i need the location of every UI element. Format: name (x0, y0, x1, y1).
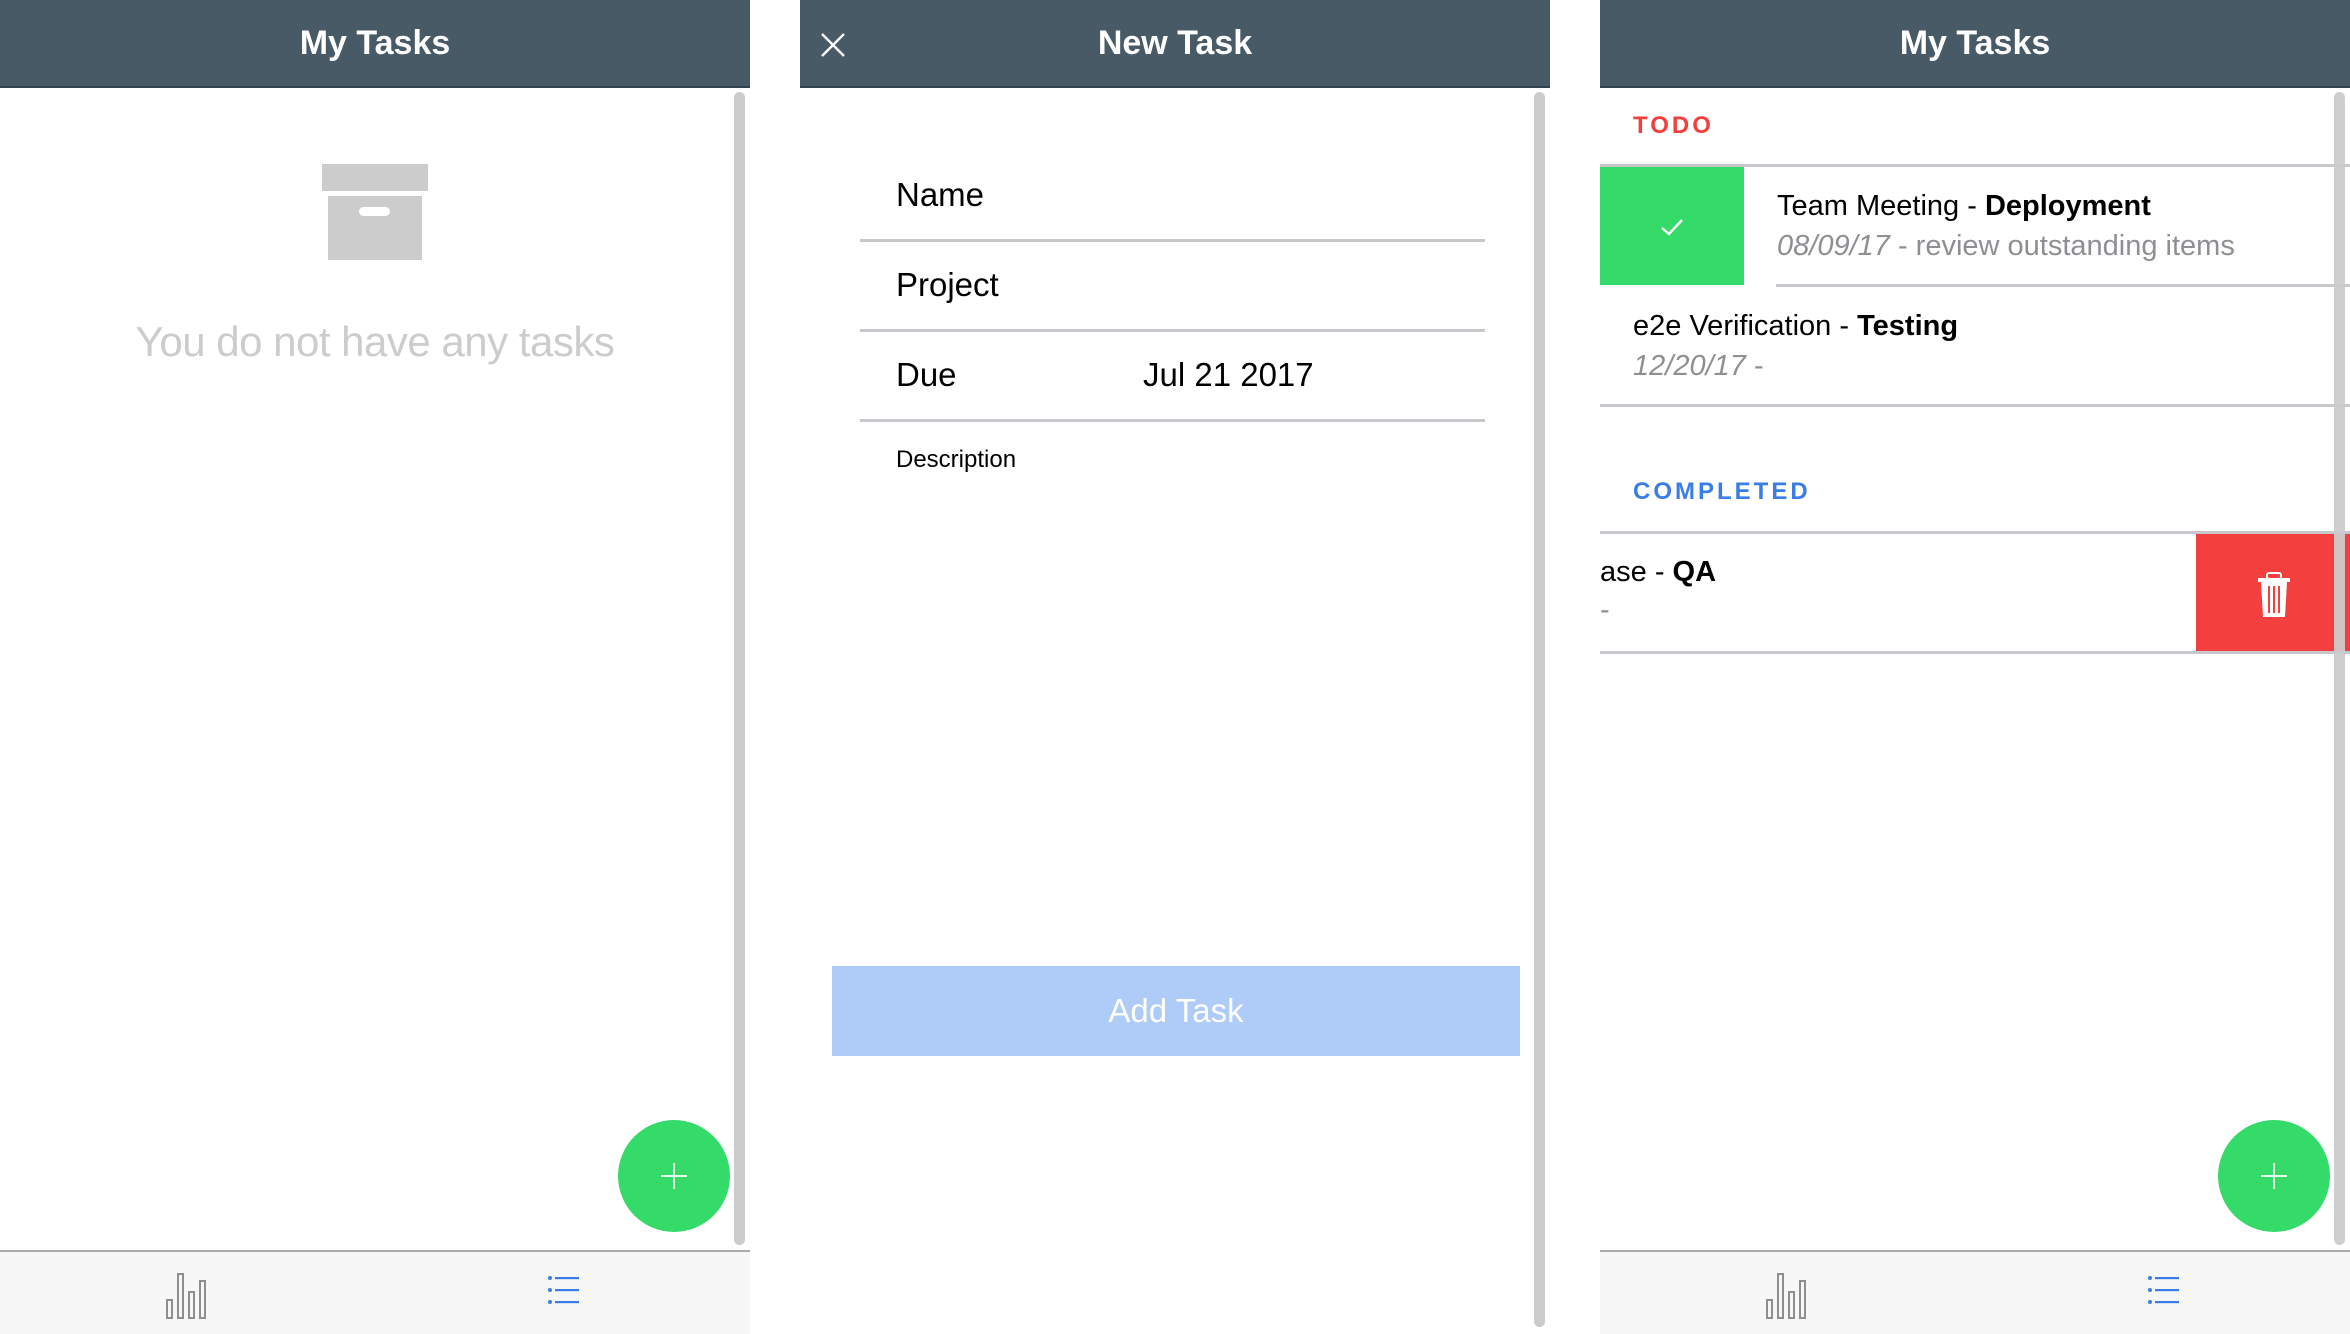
task-name: Team Meeting (1777, 190, 1960, 222)
divider (1600, 651, 2350, 654)
task-separator: - (1831, 310, 1858, 342)
task-description: - (1600, 594, 1610, 626)
due-date-label: Due (896, 356, 957, 393)
empty-state-message: You do not have any tasks (135, 318, 615, 365)
tab-tasks[interactable] (375, 1252, 750, 1334)
due-date-value[interactable]: Jul 21 2017 (1143, 356, 1314, 394)
section-header-completed: COMPLETED (1633, 478, 1811, 505)
trash-icon (2258, 572, 2290, 617)
page-title: My Tasks (299, 24, 451, 62)
bar-chart-icon (166, 1273, 206, 1319)
tab-bar (1600, 1250, 2350, 1334)
project-field[interactable]: Project (860, 242, 1485, 332)
description-label: Description (896, 446, 1017, 473)
task-name: ase (1600, 556, 1647, 588)
plus-icon (661, 1163, 687, 1189)
page-title: New Task (1097, 24, 1253, 62)
tab-stats[interactable] (0, 1252, 375, 1334)
task-project: Testing (1857, 310, 1959, 342)
task-row[interactable]: Team Meeting - Deployment 08/09/17 - rev… (1600, 167, 2350, 285)
name-field[interactable]: Name (860, 152, 1485, 242)
description-input[interactable] (860, 480, 1485, 920)
task-separator: - (1959, 190, 1985, 222)
page-title: My Tasks (1899, 24, 2051, 62)
scrollbar[interactable] (1534, 92, 1545, 1327)
task-description: - review outstanding items (1889, 230, 2235, 262)
tab-stats[interactable] (1600, 1252, 1975, 1334)
divider (1600, 404, 2350, 407)
project-field-label: Project (896, 266, 999, 303)
add-task-fab[interactable] (618, 1120, 730, 1232)
task-due-date: 08/09/17 (1777, 230, 1890, 262)
tab-bar (0, 1250, 750, 1334)
due-date-field[interactable]: Due Jul 21 2017 (860, 332, 1485, 422)
task-name: e2e Verification (1633, 310, 1832, 342)
scrollbar[interactable] (2334, 92, 2345, 1245)
task-project: Deployment (1984, 190, 2151, 222)
archive-box-icon (322, 164, 428, 260)
nav-header: My Tasks (1600, 0, 2350, 88)
task-separator: - (1646, 556, 1673, 588)
screen-empty-tasks: My Tasks You do not have any tasks (0, 0, 750, 1334)
list-icon (548, 1276, 579, 1304)
list-icon (2148, 1276, 2179, 1304)
plus-icon (2261, 1163, 2287, 1189)
screen-new-task: New Task Name Project Due Jul 21 2017 De… (800, 0, 1550, 1334)
nav-header: My Tasks (0, 0, 750, 88)
delete-swipe-action[interactable] (2196, 534, 2350, 652)
name-field-label: Name (896, 176, 985, 213)
section-header-todo: TODO (1633, 112, 1714, 139)
task-project: QA (1672, 556, 1717, 588)
screen-task-list: My Tasks TODO Team Meeting - Deployment … (1600, 0, 2350, 1334)
add-task-fab[interactable] (2218, 1120, 2330, 1232)
task-row[interactable]: e2e Verification - Testing 12/20/17 - (1600, 287, 2350, 405)
scrollbar[interactable] (734, 92, 745, 1245)
nav-header: New Task (800, 0, 1550, 88)
task-description: - (1745, 350, 1764, 382)
task-due-date: 12/20/17 (1633, 350, 1746, 382)
add-task-button[interactable]: Add Task (832, 966, 1520, 1056)
bar-chart-icon (1766, 1273, 1806, 1319)
tab-tasks[interactable] (1975, 1252, 2350, 1334)
